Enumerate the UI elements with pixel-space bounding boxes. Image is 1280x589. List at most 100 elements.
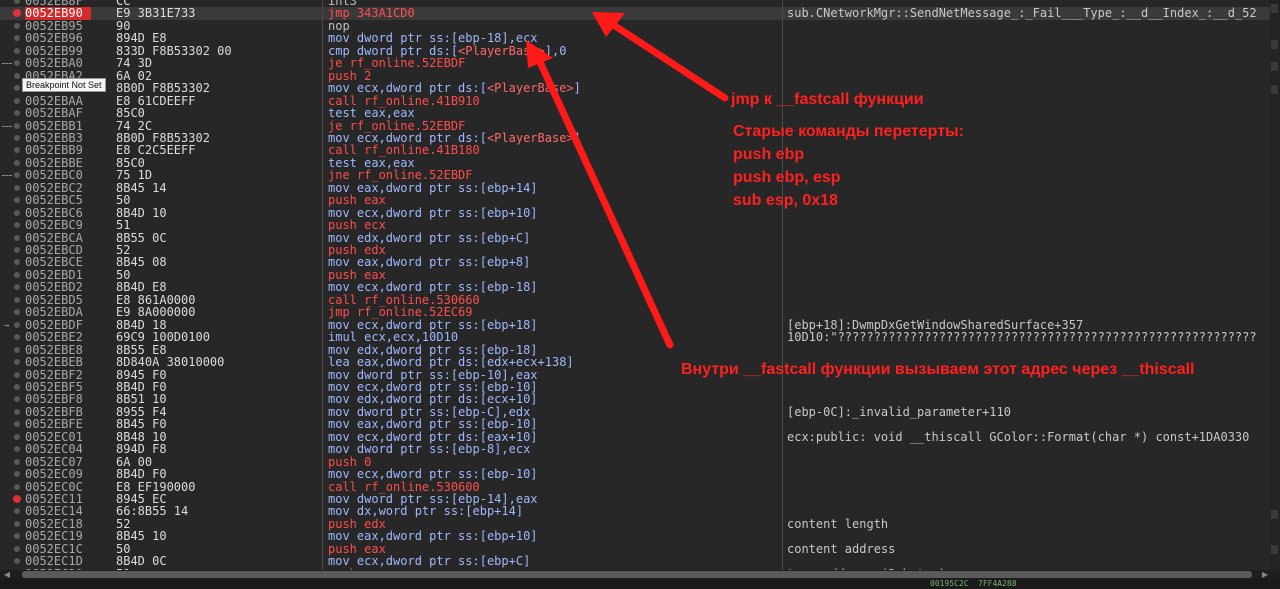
gutter[interactable] bbox=[0, 306, 24, 318]
gutter[interactable] bbox=[0, 493, 24, 505]
breakpoint-slot-icon[interactable] bbox=[14, 346, 20, 353]
gutter[interactable] bbox=[0, 20, 24, 32]
instruction-row[interactable]: 0052EBC2 8B45 14 mov eax,dword ptr ss:[ebp… bbox=[0, 181, 1280, 194]
instruction-row[interactable]: 0052EC0C E8 EF190000 call rf_online.530600 bbox=[0, 480, 1280, 493]
gutter[interactable] bbox=[0, 107, 24, 119]
gutter[interactable] bbox=[0, 369, 24, 381]
comment-cell[interactable]: ecx:public: void __thiscall GColor::Form… bbox=[787, 431, 1249, 443]
gutter[interactable] bbox=[0, 82, 24, 94]
address-cell[interactable]: 0052EC09 bbox=[25, 468, 91, 480]
breakpoint-slot-icon[interactable] bbox=[14, 209, 20, 216]
bytes-cell[interactable]: 50 bbox=[116, 194, 130, 207]
gutter[interactable] bbox=[0, 518, 24, 530]
breakpoint-slot-icon[interactable] bbox=[14, 110, 20, 117]
address-cell[interactable]: 0052EBB9 bbox=[25, 144, 91, 156]
instruction-row[interactable]: 0052EC11 8945 EC mov dword ptr ss:[ebp-14]… bbox=[0, 493, 1280, 505]
address-cell[interactable]: 0052EC14 bbox=[25, 505, 91, 517]
breakpoint-slot-icon[interactable] bbox=[14, 147, 20, 154]
breakpoint-slot-icon[interactable] bbox=[14, 97, 20, 104]
gutter[interactable] bbox=[0, 344, 24, 356]
gutter[interactable] bbox=[0, 530, 24, 542]
instruction-row[interactable]: 0052EB99 833D F8B53302 00 cmp dword ptr ds… bbox=[0, 44, 1280, 57]
breakpoint-slot-icon[interactable] bbox=[14, 60, 20, 67]
address-cell[interactable]: 0052EBF2 bbox=[25, 369, 91, 381]
gutter[interactable] bbox=[0, 144, 24, 156]
gutter[interactable] bbox=[0, 468, 24, 480]
address-cell[interactable]: 0052EC19 bbox=[25, 530, 91, 542]
gutter[interactable] bbox=[0, 244, 24, 256]
address-cell[interactable]: 0052EBB1 bbox=[25, 120, 91, 132]
gutter[interactable] bbox=[0, 543, 24, 555]
breakpoint-icon[interactable] bbox=[13, 9, 21, 18]
breakpoint-slot-icon[interactable] bbox=[14, 284, 20, 291]
gutter[interactable] bbox=[0, 281, 24, 293]
address-cell[interactable]: 0052EC07 bbox=[25, 456, 91, 468]
breakpoint-slot-icon[interactable] bbox=[14, 558, 20, 565]
breakpoint-slot-icon[interactable] bbox=[14, 408, 20, 415]
breakpoint-slot-icon[interactable] bbox=[14, 247, 20, 253]
instruction-row[interactable]: 0052EBA0 74 3D je rf_online.52EBDF bbox=[0, 57, 1280, 70]
address-cell[interactable]: 0052EB8F bbox=[25, 0, 91, 7]
instruction-row[interactable]: 0052EC04 894D F8 mov dword ptr ss:[ebp-8],… bbox=[0, 443, 1280, 456]
instruction-row[interactable]: 0052EBF8 8B51 10 mov edx,dword ptr ds:[ecx… bbox=[0, 393, 1280, 406]
gutter[interactable] bbox=[0, 294, 24, 306]
breakpoint-slot-icon[interactable] bbox=[14, 309, 20, 316]
breakpoint-slot-icon[interactable] bbox=[14, 334, 20, 341]
breakpoint-slot-icon[interactable] bbox=[14, 35, 20, 42]
gutter[interactable] bbox=[0, 32, 24, 44]
bytes-cell[interactable]: 8D840A 38010000 bbox=[116, 356, 224, 369]
gutter[interactable] bbox=[0, 219, 24, 231]
instruction-row[interactable]: 0052EC1D 8B4D 0C mov ecx,dword ptr ss:[ebp… bbox=[0, 555, 1280, 568]
gutter[interactable] bbox=[0, 331, 24, 343]
address-cell[interactable]: 0052EBAF bbox=[25, 107, 91, 119]
instruction-row[interactable]: 0052EBFB 8955 F4 mov dword ptr ss:[ebp-C],… bbox=[0, 405, 1280, 418]
scroll-right-icon[interactable]: ▶ bbox=[1260, 570, 1270, 579]
instruction-row[interactable]: 0052EBC9 51 push ecx bbox=[0, 219, 1280, 232]
breakpoint-slot-icon[interactable] bbox=[14, 296, 20, 303]
breakpoint-slot-icon[interactable] bbox=[14, 471, 20, 478]
address-cell[interactable]: 0052EBDA bbox=[25, 306, 91, 318]
breakpoint-slot-icon[interactable] bbox=[14, 321, 20, 328]
gutter[interactable] bbox=[0, 232, 24, 244]
instruction-row[interactable]: 0052EC07 6A 00 push 0 bbox=[0, 455, 1280, 468]
breakpoint-icon[interactable] bbox=[13, 495, 21, 503]
gutter[interactable] bbox=[0, 57, 24, 69]
instruction-row[interactable]: 0052EBC6 8B4D 10 mov ecx,dword ptr ss:[ebp… bbox=[0, 206, 1280, 219]
address-cell[interactable]: 0052EC11 bbox=[25, 493, 91, 505]
bytes-cell[interactable]: 51 bbox=[116, 219, 130, 232]
address-cell[interactable]: 0052EBB3 bbox=[25, 132, 91, 144]
bytes-cell[interactable]: 8B45 10 bbox=[116, 530, 167, 543]
bytes-cell[interactable]: 69C9 100D0100 bbox=[116, 331, 210, 344]
address-cell[interactable]: 0052EBF8 bbox=[25, 393, 91, 405]
address-cell[interactable]: 0052EC04 bbox=[25, 443, 91, 455]
breakpoint-slot-icon[interactable] bbox=[14, 508, 20, 515]
breakpoint-slot-icon[interactable] bbox=[14, 259, 20, 266]
instruction-row[interactable]: 0052EC18 52 push edx content length bbox=[0, 517, 1280, 530]
instruction-row[interactable]: 0052EBD1 50 push eax bbox=[0, 268, 1280, 281]
comment-cell[interactable]: [ebp-0C]:_invalid_parameter+110 bbox=[787, 406, 1011, 418]
gutter[interactable] bbox=[0, 157, 24, 169]
gutter[interactable] bbox=[0, 207, 24, 219]
address-cell[interactable]: 0052EC18 bbox=[25, 518, 91, 530]
address-cell[interactable]: 0052EBCE bbox=[25, 256, 91, 268]
gutter[interactable] bbox=[0, 381, 24, 393]
breakpoint-slot-icon[interactable] bbox=[14, 159, 20, 166]
address-cell[interactable]: 0052EC0C bbox=[25, 481, 91, 493]
instruction-row[interactable]: 0052EBF5 8B4D F0 mov ecx,dword ptr ss:[ebp… bbox=[0, 380, 1280, 393]
instruction-row[interactable]: 0052EC01 8B48 10 mov ecx,dword ptr ds:[eax… bbox=[0, 430, 1280, 443]
address-cell[interactable]: 0052EBE8 bbox=[25, 344, 91, 356]
address-cell[interactable]: 0052EBC5 bbox=[25, 194, 91, 206]
bytes-cell[interactable]: 8B4D E8 bbox=[116, 281, 167, 294]
address-cell[interactable]: 0052EC1C bbox=[25, 543, 91, 555]
gutter[interactable] bbox=[0, 356, 24, 368]
address-cell[interactable]: 0052EBC2 bbox=[25, 182, 91, 194]
instruction-row[interactable]: 0052EBC0 75 1D jne rf_online.52EBDF bbox=[0, 169, 1280, 182]
bytes-cell[interactable]: 8B4D F0 bbox=[116, 468, 167, 481]
address-cell[interactable]: 0052EBD5 bbox=[25, 294, 91, 306]
gutter[interactable] bbox=[0, 418, 24, 430]
comment-cell[interactable]: content length bbox=[787, 518, 888, 530]
breakpoint-slot-icon[interactable] bbox=[14, 533, 20, 540]
address-cell[interactable]: 0052EBD1 bbox=[25, 269, 91, 281]
gutter[interactable] bbox=[0, 456, 24, 468]
instruction-row[interactable]: 0052EBCE 8B45 08 mov eax,dword ptr ss:[ebp… bbox=[0, 256, 1280, 269]
